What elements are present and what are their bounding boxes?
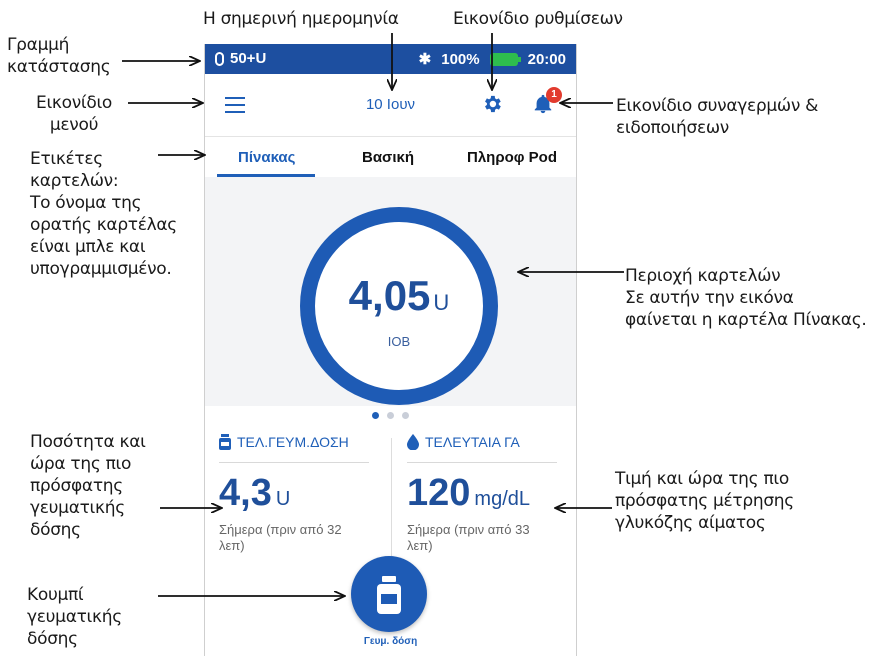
last-bolus-value: 4,3: [219, 472, 272, 514]
callout-line: υπογραμμισμένο.: [30, 259, 172, 279]
divider: [407, 462, 557, 463]
clock: 20:00: [527, 50, 566, 68]
last-bg-time: Σήμερα (πριν από 33 λεπ): [407, 522, 530, 553]
bolus-button[interactable]: [351, 556, 427, 632]
callout-menu-icon: Εικονίδιο μενού: [36, 92, 112, 136]
tab-basal[interactable]: Βασική: [362, 149, 414, 166]
callout-line: Ποσότητα και: [30, 432, 146, 452]
callout-tab-area: Περιοχή καρτελών Σε αυτήν την εικόνα φαί…: [625, 265, 867, 331]
blood-drop-icon: [407, 434, 419, 450]
divider: [219, 462, 369, 463]
battery-icon: [489, 52, 521, 66]
callout-line: Κουμπί: [27, 585, 84, 605]
bolus-button-label[interactable]: Γευμ. δόση: [205, 636, 576, 647]
phone-screen: 50+U ✱ 100% 20:00 10 Ιουν 1 Πίνακας Βασι…: [204, 44, 577, 656]
callout-tab-labels: Ετικέτες καρτελών: Το όνομα της ορατής κ…: [30, 148, 177, 280]
gear-icon[interactable]: [481, 93, 503, 115]
callout-bg-info: Τιμή και ώρα της πιο πρόσφατης μέτρησης …: [615, 468, 794, 534]
callout-current-date: Η σημερινή ημερομηνία: [203, 9, 399, 29]
last-bg-title: ΤΕΛΕΥΤΑΙΑ ΓΑ: [425, 434, 520, 450]
insulin-vial-icon: [219, 434, 231, 450]
callout-line: είναι μπλε και: [30, 237, 146, 257]
callout-line: γλυκόζης αίματος: [615, 513, 766, 533]
callout-bolus-info: Ποσότητα και ώρα της πιο πρόσφατης γευμα…: [30, 431, 146, 541]
last-bolus-title-row: ΤΕΛ.ΓΕΥΜ.ΔΟΣΗ: [219, 434, 349, 450]
last-bolus-title: ΤΕΛ.ΓΕΥΜ.ΔΟΣΗ: [237, 434, 349, 450]
tab-bar: Πίνακας Βασική Πληροφ Pod: [205, 137, 576, 177]
callout-line: Περιοχή καρτελών: [625, 266, 781, 286]
last-bg-value: 120: [407, 472, 471, 514]
callout-line: πρόσφατης: [30, 476, 123, 496]
callout-line: ορατής καρτέλας: [30, 215, 177, 235]
page-dot-3[interactable]: [402, 412, 409, 419]
tab-pod-info[interactable]: Πληροφ Pod: [467, 149, 557, 166]
iob-value-line: 4,05 U: [315, 272, 483, 320]
callout-alarms-icon: Εικονίδιο συναγερμών & ειδοποιήσεων: [616, 95, 818, 139]
callout-line: Το όνομα της: [30, 193, 142, 213]
current-date: 10 Ιουν: [365, 96, 416, 113]
insulin-vial-icon: [377, 576, 401, 614]
callout-bolus-button: Κουμπί γευματικής δόσης: [27, 584, 122, 650]
callout-line: μενού: [49, 115, 99, 135]
last-bolus-time: Σήμερα (πριν από 32 λεπ): [219, 522, 342, 553]
iob-ring[interactable]: 4,05 U IOB: [300, 207, 498, 405]
callout-line: Ετικέτες: [30, 149, 103, 169]
last-bolus-value-line: 4,3 U: [219, 472, 290, 515]
pod-reservoir-icon: [215, 51, 224, 66]
callout-line: δόσης: [27, 629, 78, 649]
callout-line: δόσης: [30, 520, 81, 540]
callout-line: Εικονίδιο: [36, 93, 113, 113]
callout-line: φαίνεται η καρτέλα Πίνακας.: [625, 310, 867, 330]
battery-percent: 100%: [441, 50, 480, 68]
callout-line: Εικονίδιο συναγερμών &: [616, 96, 819, 116]
callout-line: πρόσφατης μέτρησης: [615, 491, 794, 511]
callout-line: Τιμή και ώρα της πιο: [615, 469, 789, 489]
iob-label: IOB: [387, 334, 411, 349]
last-bolus-card: ΤΕΛ.ΓΕΥΜ.ΔΟΣΗ 4,3 U Σήμερα (πριν από 32 λ…: [205, 428, 375, 598]
bluetooth-icon: ✱: [418, 51, 432, 68]
last-bg-value-line: 120 mg/dL: [407, 472, 530, 515]
page-dot-1[interactable]: [372, 412, 379, 419]
callout-line: ειδοποιήσεων: [616, 118, 730, 138]
last-bg-unit: mg/dL: [474, 488, 530, 510]
tab-dashboard[interactable]: Πίνακας: [238, 149, 295, 166]
callout-line: κατάστασης: [7, 57, 111, 77]
app-header: 10 Ιουν 1: [205, 74, 576, 137]
callout-line: καρτελών:: [30, 171, 119, 191]
page-dot-2[interactable]: [387, 412, 394, 419]
callout-line: ώρα της πιο: [30, 454, 132, 474]
iob-value: 4,05: [348, 272, 431, 319]
callout-line: γευματικής: [30, 498, 125, 518]
callout-line: Σε αυτήν την εικόνα: [625, 288, 794, 308]
last-bolus-unit: U: [275, 488, 291, 510]
callout-settings-icon: Εικονίδιο ρυθμίσεων: [453, 9, 623, 29]
iob-unit: U: [433, 290, 450, 315]
last-bg-title-row: ΤΕΛΕΥΤΑΙΑ ΓΑ: [407, 434, 520, 450]
status-bar: 50+U ✱ 100% 20:00: [205, 44, 576, 74]
callout-status-bar: Γραμμή κατάστασης: [7, 34, 111, 78]
tab-content-area: 4,05 U IOB: [205, 177, 576, 406]
callout-line: γευματικής: [27, 607, 122, 627]
notification-badge: 1: [546, 87, 562, 103]
page-indicator: [205, 406, 576, 426]
insulin-remaining: 50+U: [230, 50, 267, 67]
callout-line: Γραμμή: [7, 35, 70, 55]
card-divider: [391, 438, 392, 564]
